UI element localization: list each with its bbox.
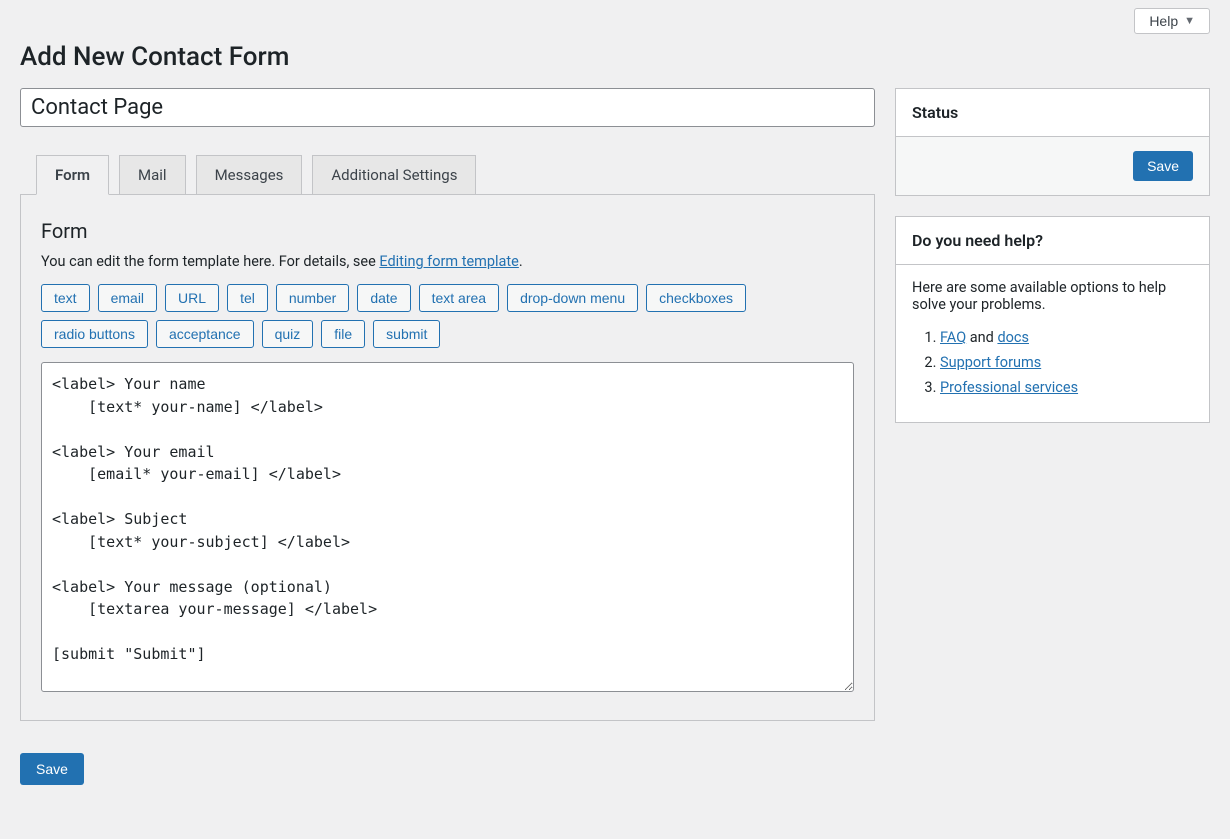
- help-box: Do you need help? Here are some availabl…: [895, 216, 1210, 423]
- save-button[interactable]: Save: [20, 753, 84, 785]
- editing-form-template-link[interactable]: Editing form template: [379, 253, 519, 270]
- help-list-item-forums: Support forums: [940, 354, 1193, 371]
- tag-date-button[interactable]: date: [357, 284, 410, 312]
- help-list-item-professional: Professional services: [940, 379, 1193, 396]
- status-box: Status Save: [895, 88, 1210, 196]
- tag-textarea-button[interactable]: text area: [419, 284, 499, 312]
- tag-buttons-row: text email URL tel number date text area…: [41, 284, 854, 348]
- support-forums-link[interactable]: Support forums: [940, 354, 1041, 371]
- help-list: FAQ and docs Support forums Professional…: [912, 329, 1193, 396]
- help-intro-text: Here are some available options to help …: [912, 279, 1193, 313]
- panel-description: You can edit the form template here. For…: [41, 253, 854, 270]
- tag-acceptance-button[interactable]: acceptance: [156, 320, 254, 348]
- form-panel: Form You can edit the form template here…: [20, 194, 875, 721]
- panel-heading: Form: [41, 219, 854, 243]
- tag-dropdown-button[interactable]: drop-down menu: [507, 284, 638, 312]
- help-toggle-button[interactable]: Help ▼: [1134, 8, 1210, 34]
- tab-form[interactable]: Form: [36, 155, 109, 195]
- status-box-title: Status: [896, 89, 1209, 137]
- tab-messages[interactable]: Messages: [196, 155, 303, 194]
- tag-url-button[interactable]: URL: [165, 284, 219, 312]
- tag-checkboxes-button[interactable]: checkboxes: [646, 284, 746, 312]
- tag-file-button[interactable]: file: [321, 320, 365, 348]
- faq-link[interactable]: FAQ: [940, 329, 966, 346]
- docs-link[interactable]: docs: [997, 329, 1029, 346]
- tag-text-button[interactable]: text: [41, 284, 90, 312]
- tag-number-button[interactable]: number: [276, 284, 349, 312]
- help-list-item-faq-docs: FAQ and docs: [940, 329, 1193, 346]
- help-box-title: Do you need help?: [896, 217, 1209, 265]
- status-save-button[interactable]: Save: [1133, 151, 1193, 181]
- tab-row: Form Mail Messages Additional Settings: [36, 155, 875, 194]
- professional-services-link[interactable]: Professional services: [940, 379, 1078, 396]
- page-title: Add New Contact Form: [20, 42, 1210, 72]
- tag-email-button[interactable]: email: [98, 284, 157, 312]
- tab-additional-settings[interactable]: Additional Settings: [312, 155, 476, 194]
- help-button-label: Help: [1149, 13, 1178, 29]
- form-title-input[interactable]: [20, 88, 875, 127]
- tag-tel-button[interactable]: tel: [227, 284, 268, 312]
- tab-mail[interactable]: Mail: [119, 155, 186, 194]
- tag-radio-button[interactable]: radio buttons: [41, 320, 148, 348]
- form-template-textarea[interactable]: [41, 362, 854, 692]
- tag-quiz-button[interactable]: quiz: [262, 320, 314, 348]
- tag-submit-button[interactable]: submit: [373, 320, 440, 348]
- chevron-down-icon: ▼: [1184, 15, 1195, 27]
